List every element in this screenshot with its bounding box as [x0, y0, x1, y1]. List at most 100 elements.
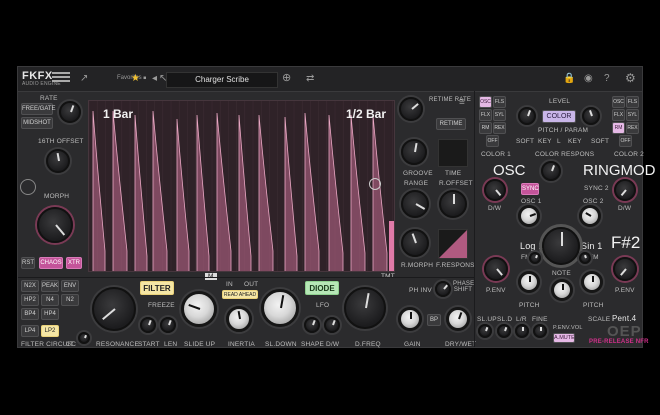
rst-button[interactable]: RST: [21, 257, 35, 269]
slide-up-knob[interactable]: [181, 291, 217, 327]
level-left-knob[interactable]: [518, 107, 536, 125]
osc-tab-rm[interactable]: RM: [479, 122, 492, 134]
len-knob[interactable]: [160, 317, 176, 333]
soft-left-label[interactable]: SOFT: [516, 138, 534, 145]
ringmod-tab-rex[interactable]: REX: [626, 122, 639, 134]
lr-knob[interactable]: [515, 324, 529, 338]
filter-type-n2x[interactable]: N2X: [21, 280, 39, 292]
midshot-button[interactable]: MIDSHOT: [21, 117, 53, 129]
fm-right-knob[interactable]: [579, 252, 591, 264]
waveform-handle[interactable]: [369, 178, 381, 190]
dfreq-knob[interactable]: [344, 287, 386, 329]
gear-icon[interactable]: ⚙: [625, 71, 636, 85]
fresponse-display[interactable]: [438, 229, 468, 259]
dry-wet-knob[interactable]: [446, 307, 470, 331]
in-label[interactable]: IN: [226, 281, 233, 288]
help-icon[interactable]: ?: [604, 73, 610, 84]
filter-type-n2[interactable]: N2: [61, 294, 79, 306]
filter-type-env[interactable]: ENV: [61, 280, 79, 292]
color-button[interactable]: COLOR: [542, 110, 576, 123]
filter-type-lp2[interactable]: LP2: [41, 325, 59, 337]
chaos-button[interactable]: CHAOS: [39, 257, 63, 269]
lock-icon[interactable]: 🔒: [563, 73, 575, 84]
filter-type-peak[interactable]: PEAK: [41, 280, 59, 292]
osc2-knob[interactable]: [579, 205, 601, 227]
phase-shift-knob[interactable]: [435, 281, 451, 297]
retime-rate-knob[interactable]: [399, 97, 423, 121]
amute-button[interactable]: A.MUTE: [553, 333, 575, 343]
scale-value[interactable]: Pent.4: [612, 314, 636, 323]
slup-knob[interactable]: [478, 324, 492, 338]
sl-down-knob[interactable]: [261, 289, 299, 327]
key-left-label[interactable]: KEY: [538, 138, 552, 145]
fine-knob[interactable]: [533, 324, 547, 338]
lfo-label[interactable]: LFO: [316, 302, 329, 309]
osc-dw-knob[interactable]: [484, 179, 506, 201]
penv-right-knob[interactable]: [613, 257, 637, 281]
read-ahead-button[interactable]: READ AHEAD: [222, 290, 258, 299]
roffset-knob[interactable]: [439, 190, 467, 218]
ph-inv-label[interactable]: PH INV: [409, 287, 432, 294]
xtr-button[interactable]: XTR: [66, 257, 82, 269]
color-respons-knob[interactable]: [541, 161, 561, 181]
start-knob[interactable]: [140, 317, 156, 333]
osc-tab-rex[interactable]: REX: [493, 122, 506, 134]
filter-button[interactable]: FILTER: [140, 281, 174, 295]
ringmod-tab-fls[interactable]: FLS: [626, 96, 639, 108]
groove-knob[interactable]: [401, 139, 427, 165]
free-gate-button[interactable]: FREE/GATE: [21, 103, 56, 115]
shape-knob[interactable]: [304, 317, 320, 333]
diode-button[interactable]: DIODE: [305, 281, 339, 295]
rmorph-knob[interactable]: [401, 229, 429, 257]
external-link-icon[interactable]: ↗: [80, 73, 88, 84]
preset-name-display[interactable]: Charger Scribe: [166, 72, 278, 88]
waveform-display[interactable]: 1 Bar 1/2 Bar: [88, 100, 395, 272]
add-preset-icon[interactable]: ⊕: [282, 71, 291, 84]
gain-knob[interactable]: [398, 307, 422, 331]
cycle-icon[interactable]: ⇄: [306, 73, 314, 84]
osc-tab-osc[interactable]: OSC: [479, 96, 492, 108]
level-right-knob[interactable]: [582, 107, 600, 125]
retime-button[interactable]: RETIME: [436, 118, 466, 130]
key-right-label[interactable]: KEY: [568, 138, 582, 145]
undo-icon[interactable]: ◂: [152, 73, 157, 84]
ringmod-tab-rm[interactable]: RM: [612, 122, 625, 134]
offset-knob[interactable]: [46, 149, 70, 173]
pitch-center-knob[interactable]: [551, 279, 573, 301]
note-knob[interactable]: [542, 227, 580, 265]
inertia-knob[interactable]: [226, 306, 252, 332]
osc1-knob[interactable]: [518, 205, 540, 227]
filter-type-n4[interactable]: N4: [41, 294, 59, 306]
ringmod-tab-osc[interactable]: OSC: [612, 96, 625, 108]
pitch-left-knob[interactable]: [518, 271, 540, 293]
ringmod-tab-off[interactable]: OFF: [619, 135, 632, 147]
ringmod-tab-syl[interactable]: SYL: [626, 109, 639, 121]
soft-right-label[interactable]: SOFT: [591, 138, 609, 145]
star-icon[interactable]: ★: [131, 73, 140, 84]
penv-left-knob[interactable]: [484, 257, 508, 281]
save-icon[interactable]: ▪: [143, 73, 147, 84]
out-label[interactable]: OUT: [244, 281, 258, 288]
sync2-label[interactable]: SYNC 2: [584, 185, 609, 192]
osc-tab-off[interactable]: OFF: [486, 135, 499, 147]
morph-knob[interactable]: [37, 207, 73, 243]
ringmod-dw-knob[interactable]: [614, 179, 636, 201]
range-knob[interactable]: [401, 190, 429, 218]
bp-button[interactable]: BP: [427, 314, 441, 326]
filter-type-hp2[interactable]: HP2: [21, 294, 39, 306]
midi-icon[interactable]: ◉: [584, 73, 593, 84]
diode-dw-knob[interactable]: [324, 317, 340, 333]
fm-left-knob[interactable]: [529, 252, 541, 264]
osc-tab-syl[interactable]: SYL: [493, 109, 506, 121]
osc-tab-fls[interactable]: FLS: [493, 96, 506, 108]
rate-knob[interactable]: [59, 101, 81, 123]
pitch-right-knob[interactable]: [581, 271, 603, 293]
link-icon[interactable]: [20, 179, 36, 195]
sync-button[interactable]: SYNC: [521, 183, 539, 195]
l-label[interactable]: L: [557, 138, 561, 145]
ringmod-tab-flx[interactable]: FLX: [612, 109, 625, 121]
sld-knob[interactable]: [497, 324, 511, 338]
filter-type-lp4[interactable]: LP4: [21, 325, 39, 337]
osc-tab-flx[interactable]: FLX: [479, 109, 492, 121]
menu-icon[interactable]: ≡: [459, 97, 465, 108]
